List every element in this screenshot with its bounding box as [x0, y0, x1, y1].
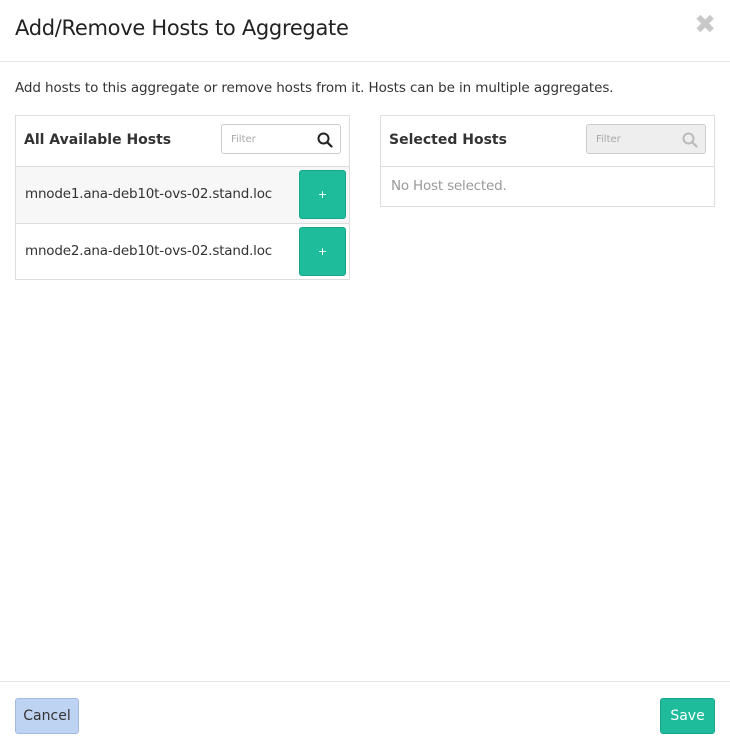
modal-header: Add/Remove Hosts to Aggregate ✖: [0, 0, 730, 62]
selected-hosts-panel: Selected Hosts No Host selected.: [380, 115, 715, 207]
host-name: mnode2.ana-deb10t-ovs-02.stand.loc: [25, 243, 273, 259]
available-hosts-filter-input[interactable]: [222, 125, 321, 153]
selected-hosts-filter-input: [587, 125, 686, 153]
available-hosts-header: All Available Hosts: [16, 116, 349, 167]
modal-description: Add hosts to this aggregate or remove ho…: [15, 80, 614, 96]
close-icon[interactable]: ✖: [694, 12, 716, 38]
add-host-button[interactable]: +: [299, 170, 346, 219]
host-row: mnode2.ana-deb10t-ovs-02.stand.loc +: [16, 224, 349, 280]
save-button[interactable]: Save: [660, 698, 715, 734]
selected-hosts-title: Selected Hosts: [389, 132, 507, 148]
search-icon: [682, 132, 698, 148]
host-row: mnode1.ana-deb10t-ovs-02.stand.loc +: [16, 167, 349, 224]
search-icon[interactable]: [317, 132, 333, 148]
cancel-button[interactable]: Cancel: [15, 698, 79, 734]
host-name: mnode1.ana-deb10t-ovs-02.stand.loc: [25, 186, 273, 202]
available-hosts-panel: All Available Hosts mnode1.ana-deb10t-ov…: [15, 115, 350, 280]
available-hosts-title: All Available Hosts: [24, 132, 172, 148]
no-host-selected-text: No Host selected.: [391, 178, 507, 194]
available-hosts-filter: [221, 124, 341, 154]
selected-hosts-filter: [586, 124, 706, 154]
add-host-button[interactable]: +: [299, 227, 346, 276]
modal-title: Add/Remove Hosts to Aggregate: [15, 16, 349, 40]
add-remove-hosts-modal: Add/Remove Hosts to Aggregate ✖ Add host…: [0, 0, 730, 749]
modal-footer: Cancel Save: [0, 681, 730, 749]
selected-hosts-header: Selected Hosts: [381, 116, 714, 167]
